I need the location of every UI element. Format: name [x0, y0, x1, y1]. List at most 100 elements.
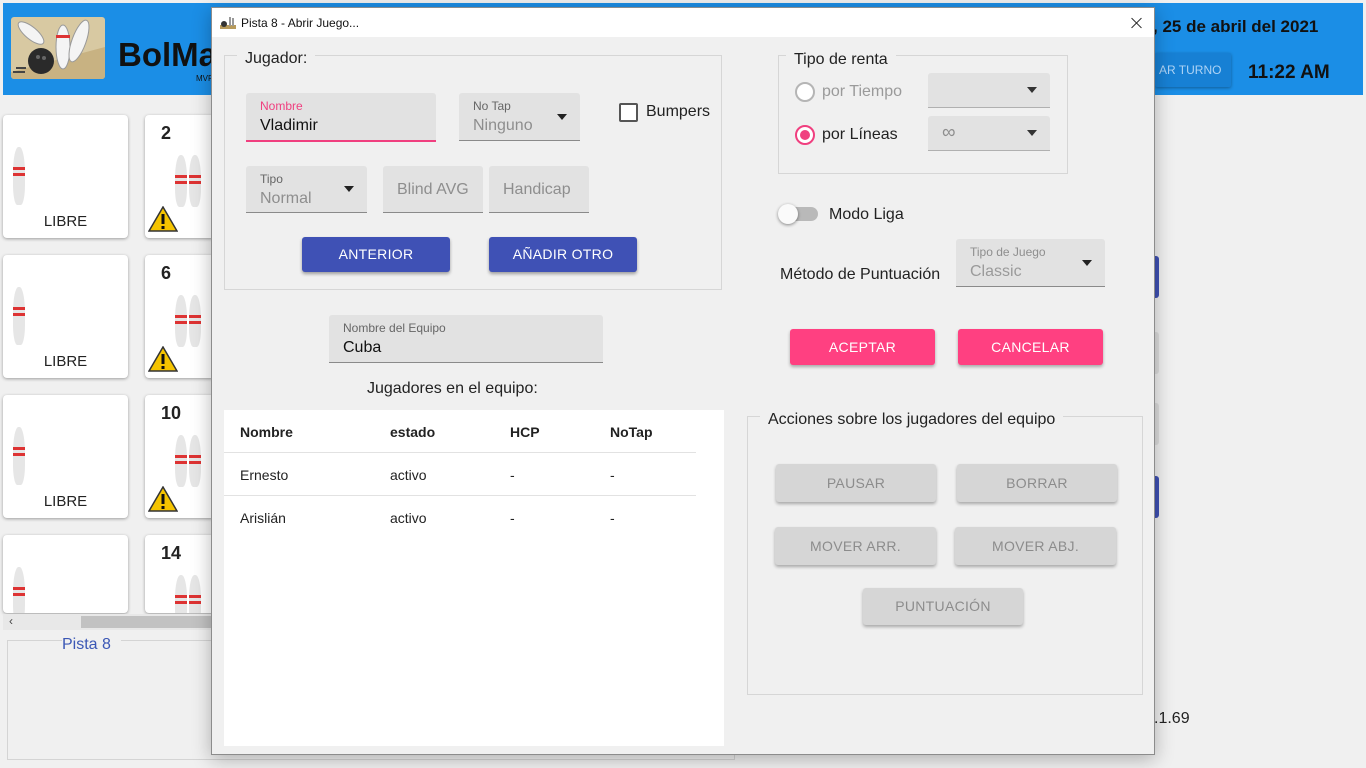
column-header[interactable]: estado [390, 424, 435, 440]
table-cell: - [610, 510, 615, 526]
lineas-value: ∞ [942, 122, 956, 143]
table-header: Nombre estado HCP NoTap [224, 410, 696, 453]
lineas-select[interactable]: ∞ [928, 116, 1050, 151]
pin-icon [189, 435, 201, 487]
aceptar-button[interactable]: ACEPTAR [790, 329, 935, 365]
close-icon[interactable] [1120, 8, 1154, 37]
column-header[interactable]: Nombre [240, 424, 293, 440]
tipo-value: Normal [260, 190, 312, 207]
mover-arriba-button[interactable]: MOVER ARR. [775, 527, 936, 565]
table-cell: Ernesto [240, 467, 289, 483]
pin-icon [175, 575, 187, 613]
tipo-label: Tipo [260, 172, 283, 186]
scrollbar-thumb[interactable] [81, 616, 211, 628]
nombre-label: Nombre [260, 99, 303, 113]
chevron-down-icon [1027, 130, 1037, 136]
pin-icon [13, 567, 25, 613]
puntuacion-button[interactable]: PUNTUACIÓN [863, 588, 1023, 625]
handicap-field[interactable]: Handicap [489, 166, 589, 213]
column-header[interactable]: NoTap [610, 424, 653, 440]
dialog-titlebar[interactable]: Pista 8 - Abrir Juego... [212, 8, 1154, 37]
lane-card[interactable]: 6 [145, 255, 215, 378]
table-cell: - [510, 510, 515, 526]
add-player-button[interactable]: AÑADIR OTRO [489, 237, 637, 272]
lane-card[interactable]: 10 [145, 395, 215, 518]
lane-card[interactable]: 2 [145, 115, 215, 238]
borrar-button[interactable]: BORRAR [957, 464, 1117, 502]
modo-liga-label: Modo Liga [829, 206, 904, 223]
lane-status: LIBRE [43, 493, 88, 510]
cancelar-button[interactable]: CANCELAR [958, 329, 1103, 365]
mover-abajo-button[interactable]: MOVER ABJ. [955, 527, 1116, 565]
tipo-select[interactable]: Tipo Normal [246, 166, 367, 213]
team-name-label: Nombre del Equipo [343, 321, 446, 335]
notap-value: Ninguno [473, 117, 533, 134]
scroll-left-icon[interactable]: ‹ [9, 614, 13, 628]
pin-icon [175, 435, 187, 487]
nombre-value: Vladimir [260, 117, 318, 134]
lane-number: 10 [161, 403, 182, 423]
horizontal-scrollbar[interactable]: ‹ [3, 614, 211, 630]
por-lineas-radio[interactable] [795, 125, 815, 145]
dialog-title: Pista 8 - Abrir Juego... [241, 16, 360, 30]
table-row[interactable]: Arislián activo - - [224, 496, 696, 539]
lane-card[interactable] [3, 535, 128, 613]
bowling-logo [11, 17, 105, 79]
team-name-value: Cuba [343, 339, 382, 356]
lane-number: 2 [161, 123, 172, 143]
pin-icon [13, 287, 25, 345]
chevron-down-icon [557, 113, 567, 120]
notap-label: No Tap [473, 99, 511, 113]
chevron-down-icon [344, 186, 354, 192]
turno-button[interactable]: AR TURNO [1155, 53, 1231, 87]
app-title: BolMa [118, 36, 217, 73]
column-header[interactable]: HCP [510, 424, 540, 440]
table-cell: - [610, 467, 615, 483]
bumpers-label: Bumpers [646, 103, 711, 120]
chevron-down-icon [1082, 259, 1092, 266]
pin-icon [13, 427, 25, 485]
table-row[interactable]: Ernesto activo - - [224, 453, 696, 496]
chevron-down-icon [1027, 87, 1037, 93]
lane-card[interactable]: LIBRE [3, 255, 128, 378]
tiempo-select[interactable] [928, 73, 1050, 108]
lane-status: LIBRE [43, 353, 88, 370]
open-game-dialog: Pista 8 - Abrir Juego... Jugador: Nombre… [211, 7, 1155, 755]
tipo-juego-label: Tipo de Juego [970, 245, 1046, 259]
tipo-juego-value: Classic [970, 263, 1022, 280]
team-name-field[interactable]: Nombre del Equipo Cuba [329, 315, 603, 363]
team-players-table: Nombre estado HCP NoTap Ernesto activo -… [224, 410, 724, 746]
lane-card[interactable]: LIBRE [3, 395, 128, 518]
tipo-juego-select[interactable]: Tipo de Juego Classic [956, 239, 1105, 287]
blind-avg-field[interactable]: Blind AVG [383, 166, 483, 213]
lane-detail-title: Pista 8 [62, 636, 121, 654]
lane-card[interactable]: LIBRE [3, 115, 128, 238]
lane-card[interactable]: 14 [145, 535, 215, 613]
blind-avg-placeholder: Blind AVG [397, 181, 469, 198]
pin-icon [189, 295, 201, 347]
table-cell: activo [390, 510, 427, 526]
nombre-field[interactable]: Nombre Vladimir [246, 93, 436, 142]
app-icon [220, 17, 236, 29]
table-cell: activo [390, 467, 427, 483]
pin-icon [189, 575, 201, 613]
table-cell: - [510, 467, 515, 483]
notap-select[interactable]: No Tap Ninguno [459, 93, 580, 141]
bumpers-checkbox[interactable] [619, 103, 638, 122]
jugador-legend: Jugador: [237, 50, 316, 68]
por-lineas-label: por Líneas [822, 126, 898, 143]
lane-number: 6 [161, 263, 172, 283]
por-tiempo-radio[interactable] [795, 82, 815, 102]
renta-legend: Tipo de renta [786, 51, 896, 69]
pausar-button[interactable]: PAUSAR [776, 464, 936, 502]
modo-liga-toggle-knob[interactable] [778, 204, 798, 224]
warning-icon [148, 206, 178, 232]
version-label: .1.69 [1154, 710, 1190, 727]
anterior-button[interactable]: ANTERIOR [302, 237, 450, 272]
puntuacion-label: Método de Puntuación [780, 266, 941, 283]
warning-icon [148, 486, 178, 512]
handicap-placeholder: Handicap [503, 181, 571, 198]
lane-number: 14 [161, 543, 182, 563]
pin-icon [175, 155, 187, 207]
header-date: , 25 de abril del 2021 [1153, 17, 1319, 36]
